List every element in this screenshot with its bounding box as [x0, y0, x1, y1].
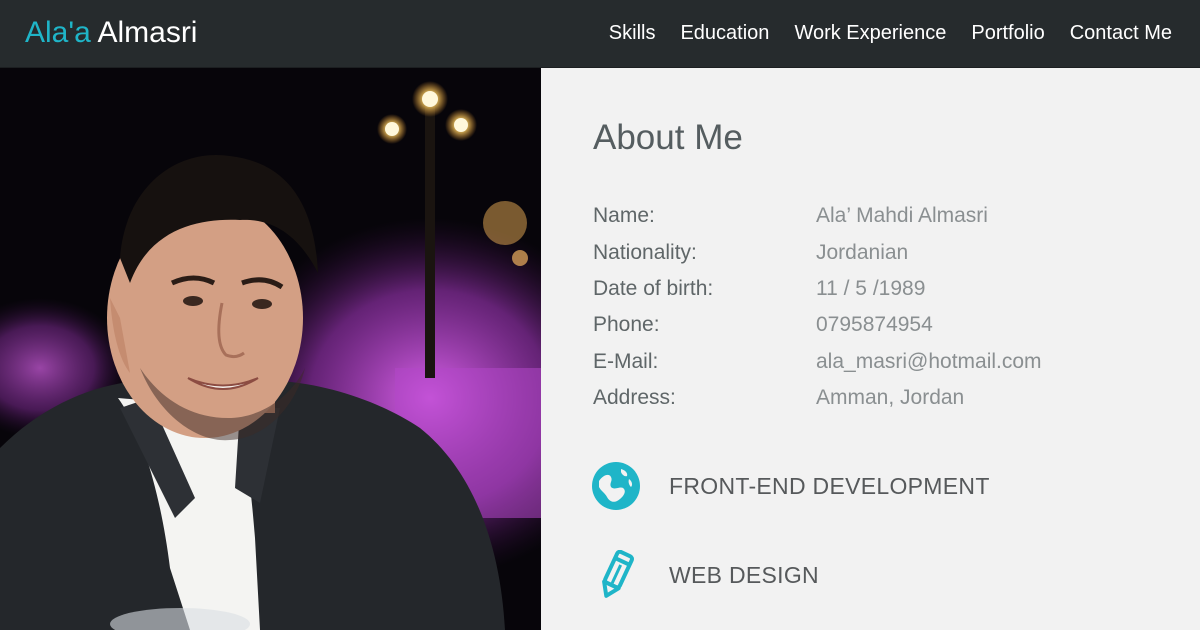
info-value: 11 / 5 /1989 — [816, 276, 926, 300]
brand-logo[interactable]: Ala'a Almasri — [25, 14, 197, 52]
main-nav: Skills Education Work Experience Portfol… — [609, 20, 1172, 46]
info-row-name: Name: Ala’ Mahdi Almasri — [593, 198, 1042, 234]
about-title: About Me — [593, 118, 743, 157]
brand-last-name: Almasri — [97, 16, 198, 49]
skill-label: WEB DESIGN — [669, 561, 819, 588]
info-value: Ala’ Mahdi Almasri — [816, 204, 988, 228]
profile-photo-illustration — [0, 68, 541, 630]
pencil-icon — [602, 550, 634, 598]
info-label: Nationality: — [593, 240, 697, 264]
skill-label: FRONT-END DEVELOPMENT — [669, 472, 990, 499]
info-row-nationality: Nationality: Jordanian — [593, 234, 1042, 270]
skill-web-design: WEB DESIGN — [591, 550, 819, 600]
nav-link-contact-me[interactable]: Contact Me — [1070, 20, 1172, 46]
info-row-phone: Phone: 0795874954 — [593, 307, 1042, 343]
info-label: Address: — [593, 386, 676, 410]
brand-first-name: Ala'a — [25, 16, 91, 49]
info-value: 0795874954 — [816, 313, 933, 337]
info-row-address: Address: Amman, Jordan — [593, 380, 1042, 416]
navbar: Ala'a Almasri Skills Education Work Expe… — [0, 0, 1200, 68]
nav-link-work-experience[interactable]: Work Experience — [794, 20, 946, 46]
nav-link-skills[interactable]: Skills — [609, 20, 656, 46]
info-row-date-of-birth: Date of birth: 11 / 5 /1989 — [593, 271, 1042, 307]
nav-link-portfolio[interactable]: Portfolio — [971, 20, 1044, 46]
info-value: Jordanian — [816, 240, 909, 264]
nav-link-education[interactable]: Education — [680, 20, 769, 46]
about-panel: About Me Name: Ala’ Mahdi Almasri Nation… — [541, 68, 1200, 630]
profile-photo — [0, 68, 541, 630]
info-label: Name: — [593, 204, 655, 228]
globe-icon — [592, 462, 640, 510]
info-value: Amman, Jordan — [816, 386, 965, 410]
info-label: Date of birth: — [593, 276, 714, 300]
info-label: E-Mail: — [593, 349, 659, 373]
skill-front-end-development: FRONT-END DEVELOPMENT — [591, 461, 990, 511]
info-value: ala_masri@hotmail.com — [816, 349, 1042, 373]
personal-info-list: Name: Ala’ Mahdi Almasri Nationality: Jo… — [593, 198, 1042, 416]
info-label: Phone: — [593, 313, 660, 337]
info-row-email: E-Mail: ala_masri@hotmail.com — [593, 344, 1042, 380]
